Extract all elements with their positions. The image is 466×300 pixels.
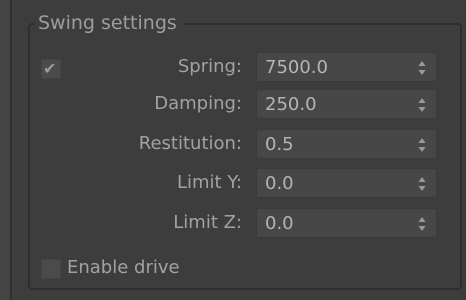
left-panel-edge bbox=[0, 0, 12, 300]
limit-z-value: 0.0 bbox=[265, 213, 294, 234]
group-title: Swing settings bbox=[35, 9, 183, 37]
enable-drive-label[interactable]: Enable drive bbox=[67, 255, 180, 281]
damping-value: 250.0 bbox=[265, 94, 317, 115]
limit-y-label: Limit Y: bbox=[176, 172, 242, 193]
enable-drive-checkbox[interactable] bbox=[41, 259, 61, 279]
limit-z-spinner[interactable]: 0.0 bbox=[256, 208, 437, 238]
limit-z-label: Limit Z: bbox=[173, 212, 242, 233]
spring-spinner[interactable]: 7500.0 bbox=[256, 52, 437, 82]
damping-label: Damping: bbox=[154, 93, 242, 114]
spinner-arrows-icon[interactable] bbox=[418, 137, 426, 153]
spinner-arrows-icon[interactable] bbox=[418, 216, 426, 232]
spinner-arrows-icon[interactable] bbox=[418, 97, 426, 113]
limit-y-spinner[interactable]: 0.0 bbox=[256, 168, 437, 198]
spring-label: Spring: bbox=[177, 56, 242, 77]
restitution-label: Restitution: bbox=[138, 133, 242, 154]
spring-value: 7500.0 bbox=[265, 57, 328, 78]
swing-enable-checkbox[interactable]: ✔ bbox=[41, 59, 61, 79]
limit-y-value: 0.0 bbox=[265, 173, 294, 194]
spinner-arrows-icon[interactable] bbox=[418, 60, 426, 76]
restitution-spinner[interactable]: 0.5 bbox=[256, 129, 437, 159]
checkmark-icon: ✔ bbox=[43, 59, 57, 78]
spinner-arrows-icon[interactable] bbox=[418, 176, 426, 192]
restitution-value: 0.5 bbox=[265, 134, 294, 155]
damping-spinner[interactable]: 250.0 bbox=[256, 89, 437, 119]
